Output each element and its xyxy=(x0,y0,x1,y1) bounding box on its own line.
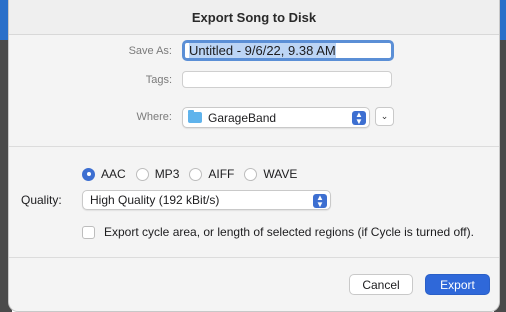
popup-stepper-icon: ▲ ▼ xyxy=(313,194,327,209)
cancel-button[interactable]: Cancel xyxy=(349,274,413,295)
radio-aiff[interactable]: AIFF xyxy=(189,167,234,181)
folder-icon xyxy=(188,110,202,123)
radio-aac[interactable]: AAC xyxy=(82,167,126,181)
cycle-checkbox-label: Export cycle area, or length of selected… xyxy=(104,225,474,239)
radio-mp3[interactable]: MP3 xyxy=(135,167,180,181)
cycle-checkbox[interactable] xyxy=(82,225,95,239)
quality-value: High Quality (192 kBit/s) xyxy=(90,193,220,207)
export-button[interactable]: Export xyxy=(425,274,490,295)
save-as-label: Save As: xyxy=(128,45,172,57)
where-label: Where: xyxy=(136,111,172,123)
tags-field[interactable] xyxy=(182,71,392,88)
popup-stepper-icon: ▲ ▼ xyxy=(352,111,366,126)
divider xyxy=(9,146,499,147)
where-value: GarageBand xyxy=(208,110,277,125)
where-popup[interactable]: GarageBand ▲ ▼ xyxy=(182,107,370,128)
cycle-option[interactable]: Export cycle area, or length of selected… xyxy=(82,225,474,239)
quality-popup[interactable]: High Quality (192 kBit/s) ▲ ▼ xyxy=(82,190,331,210)
radio-label: AIFF xyxy=(208,167,235,181)
divider xyxy=(9,257,499,258)
radio-label: WAVE xyxy=(263,167,298,181)
save-as-value: Untitled - 9/6/22, 9.38 AM xyxy=(189,43,336,58)
dialog-title: Export Song to Disk xyxy=(9,0,499,35)
radio-label: AAC xyxy=(101,167,126,181)
quality-label: Quality: xyxy=(21,193,62,207)
chevron-down-icon: ⌄ xyxy=(380,111,389,121)
radio-button[interactable] xyxy=(82,167,95,181)
save-as-field[interactable]: Untitled - 9/6/22, 9.38 AM xyxy=(182,40,394,61)
radio-button[interactable] xyxy=(189,167,203,181)
radio-wave[interactable]: WAVE xyxy=(244,167,297,181)
format-radio-group: AAC MP3 AIFF WAVE xyxy=(82,167,307,181)
expand-chevron-button[interactable]: ⌄ xyxy=(375,107,394,126)
tags-label: Tags: xyxy=(145,74,172,86)
radio-button[interactable] xyxy=(244,167,258,181)
radio-label: MP3 xyxy=(154,167,180,181)
export-dialog: Export Song to Disk Save As: Untitled - … xyxy=(8,0,500,312)
radio-button[interactable] xyxy=(135,167,149,181)
